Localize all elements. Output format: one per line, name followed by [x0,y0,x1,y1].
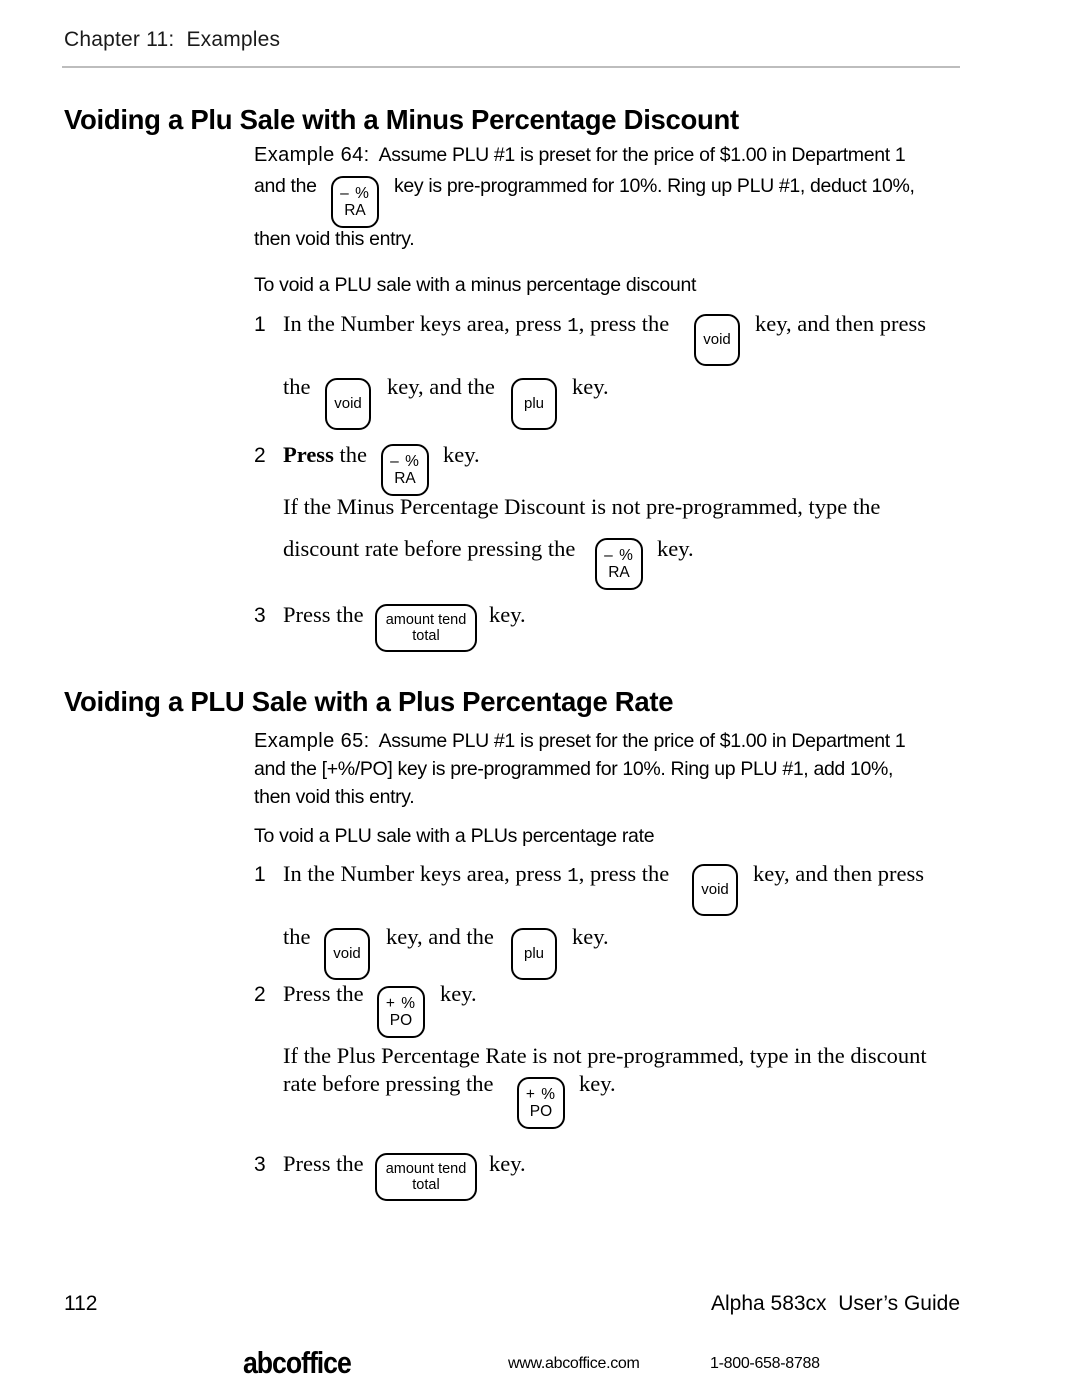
plu-key-label: plu [523,944,545,962]
footer-website[interactable]: www.abcoffice.com [508,1355,640,1373]
example-64-line3: then void this entry. [254,228,415,250]
step-s2-1-d: the [283,924,311,949]
plu-key[interactable]: plu [511,378,557,430]
plus-percentage-key-line2: PO [389,1012,413,1029]
void-key-label: void [701,880,729,898]
amount-tend-key-line2: total [412,628,440,644]
step-number-s2-2: 2 [254,983,266,1006]
step-s2-1-c: key, and then press [753,861,924,886]
step-s1-2-text: Press the [283,442,367,467]
example-64-line2-pre: and the [254,175,317,197]
amount-tend-total-key[interactable]: amount tend total [375,1153,477,1201]
example-64-label: Example 64: [254,144,370,166]
step-s1-1-d: the [283,374,311,399]
void-key-label: void [334,394,362,412]
step-s2-2-note-line1: If the Plus Percentage Rate is not pre-p… [283,1043,927,1068]
step-s1-1-f: key. [572,374,609,399]
void-key[interactable]: void [324,928,370,980]
example-65-block: Example 65: Assume PLU #1 is preset for t… [254,726,906,757]
step-s1-2-note-line2a: discount rate before pressing the [283,536,576,561]
example-64-line2-post: key is pre-programmed for 10%. Ring up P… [394,175,915,197]
plus-percentage-key-line1: + % [385,994,417,1012]
step-number-s2-3: 3 [254,1153,266,1176]
minus-percentage-key-line1: – % [604,546,634,564]
example-65-label: Example 65: [254,730,370,752]
step-s2-3-a: Press the [283,1151,364,1176]
amount-tend-key-line2: total [412,1177,440,1193]
amount-tend-key-line1: amount tend [385,611,467,628]
step-number-s1-3: 3 [254,604,266,627]
step-s1-1-keypress: 1 [567,315,579,337]
amount-tend-key-line1: amount tend [385,1160,467,1177]
step-s2-1-text-a: In the Number keys area, press 1, press … [283,861,670,887]
step-s1-1-a: In the Number keys area, press [283,311,562,336]
void-key[interactable]: void [692,864,738,916]
abcoffice-logo: abcoffice [243,1345,352,1380]
guide-title: Alpha 583cx User’s Guide [710,1292,960,1315]
minus-percentage-key-line2: RA [394,470,416,487]
step-s2-1-a: In the Number keys area, press [283,861,562,886]
step-number-s1-1: 1 [254,313,266,336]
footer-phone: 1-800-658-8788 [710,1355,820,1372]
step-s1-2-b: the [339,442,367,467]
section-title-plus-percentage: Voiding a PLU Sale with a Plus Percentag… [64,686,674,717]
step-number-s1-2: 2 [254,444,266,467]
plus-percentage-po-key[interactable]: + % PO [377,986,425,1038]
minus-percentage-ra-key[interactable]: – % RA [381,444,429,496]
header-divider [62,66,960,68]
step-s2-2-b: key. [440,981,477,1006]
amount-tend-total-key[interactable]: amount tend total [375,604,477,652]
step-s1-3-a: Press the [283,602,364,627]
step-s1-1-e: key, and the [387,374,495,399]
plu-key[interactable]: plu [511,928,557,980]
step-number-s2-1: 1 [254,863,266,886]
plus-percentage-po-key[interactable]: + % PO [517,1077,565,1129]
step-s2-1-f: key. [572,924,609,949]
step-s1-2-note-line2b: key. [657,536,694,561]
minus-percentage-key-line1: – % [390,452,420,470]
step-s1-3-b: key. [489,602,526,627]
plu-key-label: plu [523,394,545,412]
minus-percentage-key-line2: RA [608,564,630,581]
step-s2-1-e: key, and the [386,924,494,949]
minus-percentage-key-line1: – % [340,184,370,202]
minus-percentage-ra-key[interactable]: – % RA [595,538,643,590]
void-key-label: void [333,944,361,962]
subhead-plus-percentage: To void a PLU sale with a PLUs percentag… [254,825,655,847]
step-s2-2-a: Press the [283,981,364,1006]
step-s1-1-c: key, and then press [755,311,926,336]
step-s2-2-note-line2b: key. [579,1071,616,1096]
example-64-block: Example 64: Assume PLU #1 is preset for t… [254,140,954,171]
step-s2-1-keypress: 1 [567,865,579,887]
minus-percentage-ra-key[interactable]: – % RA [331,176,379,228]
example-64-line1: Assume PLU #1 is preset for the price of… [378,144,906,166]
running-head: Chapter 11: Examples [64,28,281,51]
step-s1-2-note-line1: If the Minus Percentage Discount is not … [283,494,881,519]
page-number: 112 [64,1292,98,1315]
example-65-line1: Assume PLU #1 is preset for the price of… [378,730,906,752]
step-s2-1-b: , press the [578,861,670,886]
example-65-line3: then void this entry. [254,786,415,808]
step-s2-2-note-line2a: rate before pressing the [283,1071,494,1096]
step-s1-2-press-bold: Press [283,442,334,467]
plus-percentage-key-line2: PO [529,1103,553,1120]
step-s1-2-c: key. [443,442,480,467]
subhead-minus-percentage: To void a PLU sale with a minus percenta… [254,274,697,296]
step-s1-1-text-a: In the Number keys area, press 1, press … [283,311,670,337]
void-key-label: void [703,330,731,348]
step-s1-1-b: , press the [578,311,670,336]
plus-percentage-key-line1: + % [525,1085,557,1103]
minus-percentage-key-line2: RA [344,202,366,219]
example-65-line2: and the [+%/PO] key is pre-programmed fo… [254,758,894,780]
void-key[interactable]: void [694,314,740,366]
void-key[interactable]: void [325,378,371,430]
step-s2-3-b: key. [489,1151,526,1176]
section-title-minus-percentage: Voiding a Plu Sale with a Minus Percenta… [64,104,739,135]
